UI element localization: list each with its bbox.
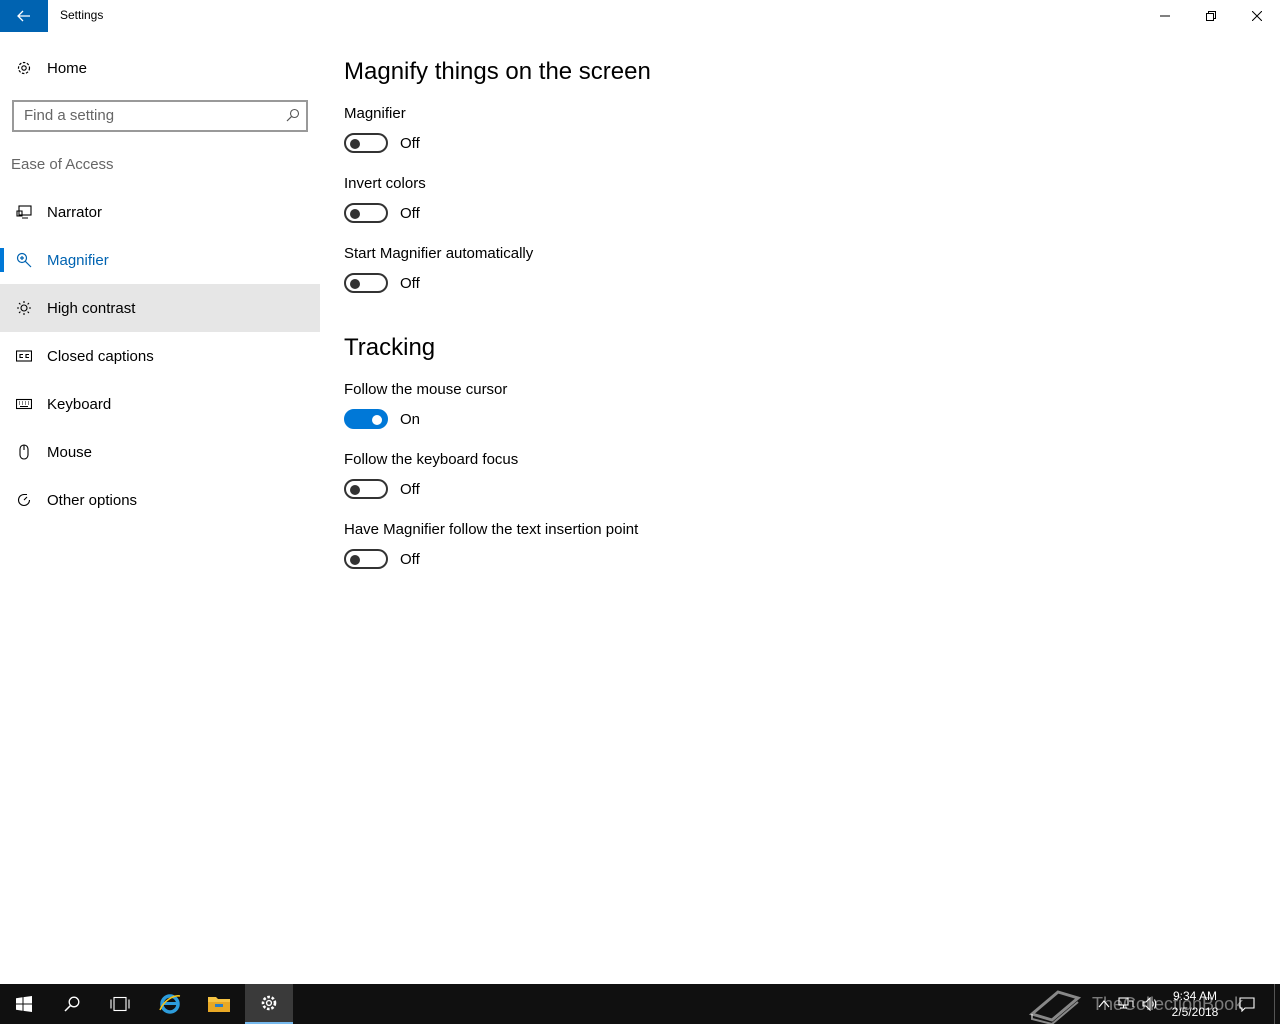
sidebar-item-label: Mouse — [47, 443, 93, 461]
show-desktop-button[interactable] — [1274, 984, 1275, 1024]
toggle-knob — [350, 485, 360, 495]
setting-label-follow-mouse: Follow the mouse cursor — [344, 381, 508, 398]
gear-icon — [16, 60, 32, 76]
search-input[interactable] — [14, 102, 274, 128]
tracking-heading: Tracking — [344, 334, 436, 361]
task-view-button[interactable] — [96, 984, 144, 1024]
sidebar-item-narrator[interactable]: Narrator — [0, 188, 320, 236]
setting-label-follow-text-insertion: Have Magnifier follow the text insertion… — [344, 521, 639, 538]
toggle-knob — [372, 415, 382, 425]
sidebar-item-label: Keyboard — [47, 395, 112, 413]
sidebar-item-label: Magnifier — [47, 251, 109, 269]
magnifier-icon — [16, 252, 32, 268]
main-content: Magnify things on the screen Magnifier O… — [320, 32, 1280, 984]
back-arrow-icon — [17, 10, 30, 22]
file-explorer-button[interactable] — [195, 984, 243, 1024]
sidebar-item-label: Other options — [47, 491, 138, 509]
title-bar: Settings — [0, 0, 1280, 32]
follow-mouse-toggle[interactable] — [344, 409, 388, 429]
toggle-knob — [350, 555, 360, 565]
toggle-state-label: Off — [400, 481, 420, 498]
toggle-knob — [350, 279, 360, 289]
page-title: Magnify things on the screen — [344, 58, 651, 85]
restore-button[interactable] — [1188, 0, 1234, 32]
taskbar-search-button[interactable] — [48, 984, 96, 1024]
setting-label-invert-colors: Invert colors — [344, 175, 426, 192]
close-button[interactable] — [1234, 0, 1280, 32]
sidebar-item-keyboard[interactable]: Keyboard — [0, 380, 320, 428]
sidebar-item-other-options[interactable]: Other options — [0, 476, 320, 524]
folder-icon — [208, 997, 230, 1012]
volume-button[interactable] — [1140, 984, 1160, 1024]
narrator-icon — [16, 204, 32, 220]
start-automatically-toggle[interactable] — [344, 273, 388, 293]
section-label: Ease of Access — [11, 156, 114, 173]
back-button[interactable] — [0, 0, 48, 32]
mouse-icon — [16, 444, 32, 460]
search-icon[interactable] — [286, 108, 300, 122]
sidebar-item-label: High contrast — [47, 299, 136, 317]
minimize-icon — [1160, 15, 1170, 17]
task-view-icon — [110, 996, 130, 1012]
sidebar: Home Ease of Access Narrator Magnifier H… — [0, 32, 320, 984]
follow-text-insertion-toggle[interactable] — [344, 549, 388, 569]
notification-icon — [1239, 997, 1255, 1012]
edge-browser-button[interactable] — [146, 984, 194, 1024]
settings-taskbar-button[interactable] — [245, 984, 293, 1024]
keyboard-icon — [16, 396, 32, 412]
restore-icon — [1206, 11, 1216, 21]
toggle-state-label: Off — [400, 135, 420, 152]
start-button[interactable] — [0, 984, 48, 1024]
book-logo-icon — [1028, 990, 1082, 1024]
setting-label-follow-keyboard: Follow the keyboard focus — [344, 451, 519, 468]
sidebar-item-magnifier[interactable]: Magnifier — [0, 236, 320, 284]
internet-explorer-icon — [159, 994, 181, 1014]
search-icon — [64, 996, 80, 1012]
taskbar: TheCollectionBook 9:34 AM 2/5/2018 — [0, 984, 1280, 1024]
toggle-state-label: Off — [400, 551, 420, 568]
search-box[interactable] — [12, 100, 308, 132]
sidebar-item-label: Closed captions — [47, 347, 154, 365]
other-options-icon — [16, 492, 32, 508]
home-label: Home — [47, 59, 88, 77]
sidebar-item-closed-captions[interactable]: Closed captions — [0, 332, 320, 380]
network-icon — [1118, 997, 1134, 1009]
toggle-state-label: Off — [400, 275, 420, 292]
toggle-state-label: Off — [400, 205, 420, 222]
window-title: Settings — [60, 8, 104, 22]
clock[interactable]: 9:34 AM 2/5/2018 — [1160, 988, 1230, 1020]
nav-home[interactable]: Home — [0, 44, 320, 92]
invert-colors-toggle[interactable] — [344, 203, 388, 223]
setting-label-start-automatically: Start Magnifier automatically — [344, 245, 534, 262]
toggle-state-label: On — [400, 411, 421, 428]
windows-logo-icon — [16, 996, 32, 1012]
action-center-button[interactable] — [1236, 984, 1258, 1024]
network-button[interactable] — [1116, 984, 1136, 1024]
toggle-knob — [350, 209, 360, 219]
show-hidden-icons-button[interactable] — [1094, 984, 1114, 1024]
sidebar-item-label: Narrator — [47, 203, 103, 221]
minimize-button[interactable] — [1142, 0, 1188, 32]
brightness-icon — [16, 300, 32, 316]
chevron-up-icon — [1098, 1000, 1110, 1008]
sidebar-item-high-contrast[interactable]: High contrast — [0, 284, 320, 332]
selection-indicator — [0, 248, 4, 272]
follow-keyboard-toggle[interactable] — [344, 479, 388, 499]
sidebar-item-mouse[interactable]: Mouse — [0, 428, 320, 476]
clock-time: 9:34 AM — [1172, 989, 1218, 1003]
toggle-knob — [350, 139, 360, 149]
speaker-icon — [1142, 997, 1157, 1011]
setting-label-magnifier: Magnifier — [344, 105, 406, 122]
magnifier-toggle[interactable] — [344, 133, 388, 153]
gear-icon — [261, 995, 277, 1011]
close-icon — [1252, 11, 1262, 21]
closed-captions-icon — [16, 348, 32, 364]
clock-date: 2/5/2018 — [1171, 1005, 1219, 1019]
